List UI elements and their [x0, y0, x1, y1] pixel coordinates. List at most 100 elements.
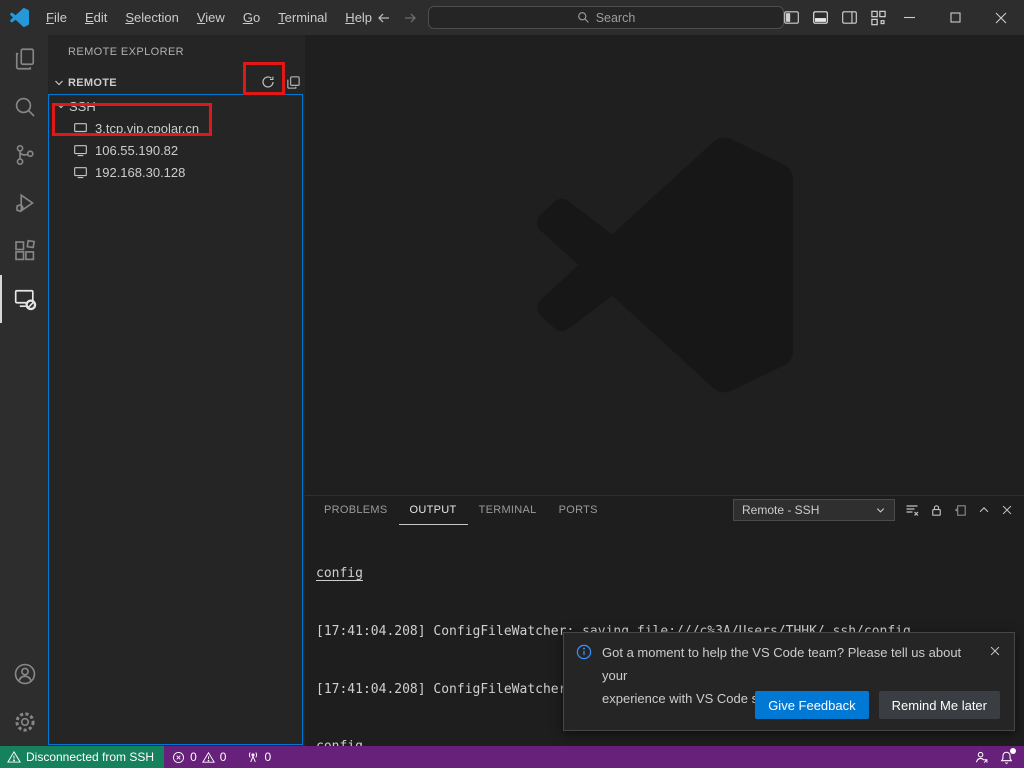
chevron-down-icon: [53, 100, 69, 112]
host-label: 3.tcp.vip.cpolar.cn: [95, 121, 199, 136]
search-icon: [577, 11, 590, 24]
vscode-window: File Edit Selection View Go Terminal Hel…: [0, 0, 1024, 768]
toggle-secondary-sidebar-icon[interactable]: [839, 0, 859, 35]
activity-bar-spacer: [0, 323, 48, 650]
feedback-person-icon: [974, 750, 989, 765]
remote-section-header[interactable]: REMOTE: [48, 71, 305, 94]
output-channel-select[interactable]: Remote - SSH: [733, 499, 895, 521]
close-notification-icon[interactable]: [988, 644, 1002, 658]
menu-terminal[interactable]: Terminal: [269, 0, 336, 35]
customize-layout-icon[interactable]: [868, 0, 888, 35]
vm-monitor-icon: [73, 121, 88, 136]
notification-toast: Got a moment to help the VS Code team? P…: [563, 632, 1015, 731]
run-debug-icon[interactable]: [0, 179, 48, 227]
section-actions: [260, 74, 301, 90]
close-window-button[interactable]: [978, 0, 1024, 35]
search-placeholder: Search: [596, 11, 636, 25]
sidebar-title: REMOTE EXPLORER: [68, 46, 184, 58]
notifications-bell-item[interactable]: [994, 746, 1024, 768]
remote-status-label: Disconnected from SSH: [26, 750, 154, 764]
ssh-group-label: SSH: [69, 99, 96, 114]
explorer-icon[interactable]: [0, 35, 48, 83]
panel-controls: Remote - SSH: [733, 499, 1014, 521]
tree-group-ssh[interactable]: SSH: [49, 95, 302, 117]
minimize-button[interactable]: [886, 0, 932, 35]
menu-view[interactable]: View: [188, 0, 234, 35]
ssh-host-item[interactable]: 3.tcp.vip.cpolar.cn: [49, 117, 302, 139]
tab-ports[interactable]: PORTS: [548, 496, 609, 525]
vm-monitor-icon: [73, 143, 88, 158]
error-icon: [172, 751, 185, 764]
maximize-panel-icon[interactable]: [977, 503, 991, 517]
warning-count: 0: [220, 750, 227, 764]
notification-badge-dot: [1010, 748, 1016, 754]
source-control-icon[interactable]: [0, 131, 48, 179]
refresh-icon[interactable]: [260, 74, 276, 90]
menu-help[interactable]: Help: [336, 0, 381, 35]
search-input[interactable]: Search: [428, 6, 784, 29]
notification-line1: Got a moment to help the VS Code team? P…: [602, 641, 980, 687]
editor-area: [305, 35, 1024, 495]
remind-me-later-button[interactable]: Remind Me later: [879, 691, 1000, 719]
file-link[interactable]: config: [316, 566, 363, 581]
clear-output-icon[interactable]: [904, 502, 920, 518]
give-feedback-button[interactable]: Give Feedback: [755, 691, 868, 719]
menu-edit[interactable]: Edit: [76, 0, 116, 35]
remote-explorer-icon[interactable]: [0, 275, 48, 323]
toggle-panel-icon[interactable]: [810, 0, 830, 35]
tab-problems[interactable]: PROBLEMS: [313, 496, 399, 525]
lock-icon[interactable]: [929, 503, 944, 518]
menu-bar: File Edit Selection View Go Terminal Hel…: [37, 0, 381, 35]
navigation-arrows: [376, 0, 418, 35]
chevron-down-icon: [53, 77, 65, 89]
status-bar: Disconnected from SSH 0 0 0: [0, 746, 1024, 768]
accounts-icon[interactable]: [0, 650, 48, 698]
log-line: config: [316, 564, 1024, 583]
settings-gear-icon[interactable]: [0, 698, 48, 746]
activity-bar: [0, 35, 48, 746]
host-label: 106.55.190.82: [95, 143, 178, 158]
ssh-host-item[interactable]: 192.168.30.128: [49, 161, 302, 183]
status-bar-right: [969, 746, 1024, 768]
tab-terminal[interactable]: TERMINAL: [468, 496, 548, 525]
remote-status-indicator[interactable]: Disconnected from SSH: [0, 746, 164, 768]
vm-monitor-icon: [73, 165, 88, 180]
title-bar: File Edit Selection View Go Terminal Hel…: [0, 0, 1024, 35]
forward-arrow-icon[interactable]: [402, 10, 418, 26]
problems-status-item[interactable]: 0 0: [167, 746, 231, 768]
info-icon: [576, 644, 592, 660]
file-link[interactable]: config: [316, 739, 363, 746]
extensions-icon[interactable]: [0, 227, 48, 275]
remote-tree: SSH 3.tcp.vip.cpolar.cn 106.55.190.82 19…: [48, 94, 303, 745]
new-window-icon[interactable]: [286, 75, 301, 90]
error-count: 0: [190, 750, 197, 764]
host-label: 192.168.30.128: [95, 165, 185, 180]
forwarded-ports-count: 0: [264, 750, 271, 764]
ssh-host-item[interactable]: 106.55.190.82: [49, 139, 302, 161]
chevron-down-icon: [875, 505, 886, 516]
ports-status-item[interactable]: 0: [241, 746, 276, 768]
feedback-status-item[interactable]: [969, 746, 994, 768]
menu-go[interactable]: Go: [234, 0, 269, 35]
close-panel-icon[interactable]: [1000, 503, 1014, 517]
back-arrow-icon[interactable]: [376, 10, 392, 26]
radio-tower-icon: [246, 750, 260, 764]
search-view-icon[interactable]: [0, 83, 48, 131]
vscode-logo-icon: [10, 8, 29, 27]
warning-icon: [202, 751, 215, 764]
menu-selection[interactable]: Selection: [116, 0, 187, 35]
notification-buttons: Give Feedback Remind Me later: [755, 691, 1000, 719]
window-controls: [886, 0, 1024, 35]
open-in-editor-icon[interactable]: [953, 503, 968, 518]
tab-output[interactable]: OUTPUT: [399, 496, 468, 525]
output-channel-value: Remote - SSH: [742, 503, 875, 517]
menu-file[interactable]: File: [37, 0, 76, 35]
remote-section-label: REMOTE: [68, 77, 117, 89]
panel-tab-strip: PROBLEMS OUTPUT TERMINAL PORTS: [313, 496, 609, 525]
log-line: config: [316, 737, 1024, 746]
toggle-sidebar-icon[interactable]: [781, 0, 801, 35]
layout-controls: [781, 0, 888, 35]
maximize-button[interactable]: [932, 0, 978, 35]
remote-explorer-sidebar: REMOTE EXPLORER REMOTE SSH 3.tcp.vip.cpo…: [48, 35, 305, 746]
warning-icon: [7, 750, 21, 764]
